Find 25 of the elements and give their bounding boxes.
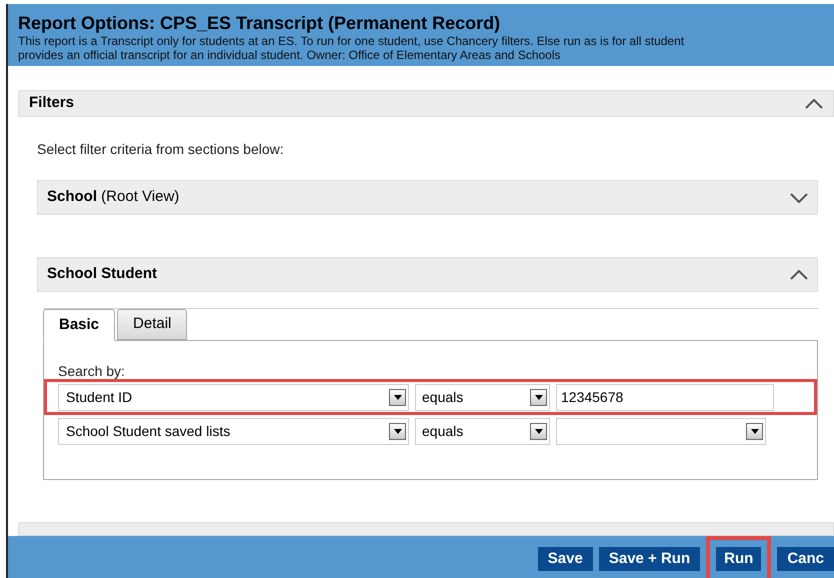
field-select[interactable]: Student ID	[58, 384, 409, 410]
footer-button[interactable]: Run	[706, 536, 772, 578]
operator-select[interactable]: equals	[415, 384, 550, 410]
report-description: This report is a Transcript only for students at an ES. To run for one student, use Chancery filters. Else run as is for all student	[18, 34, 686, 48]
filter-instruction: Select filter criteria from sections below:	[37, 140, 285, 159]
collapse-icon[interactable]	[790, 270, 808, 280]
tab[interactable]: Detail	[117, 309, 188, 340]
collapse-icon[interactable]	[805, 98, 823, 108]
value-field[interactable]: 12345678	[556, 384, 774, 410]
footer-button[interactable]: Canc	[777, 547, 834, 571]
tab[interactable]: Basic	[43, 309, 116, 341]
expand-icon[interactable]	[790, 192, 808, 202]
report-description: provides an official transcript for an individual student. Owner: Office of Elementary Areas and Schools	[18, 48, 562, 62]
filters-title: Filters	[29, 93, 74, 114]
filters-header[interactable]: Filters	[18, 90, 834, 117]
search-label: Search by:	[58, 363, 126, 379]
section-title: School (Root View)	[47, 187, 180, 208]
field-select[interactable]: School Student saved lists	[58, 418, 409, 444]
operator-select[interactable]: equals	[415, 418, 550, 444]
section-header[interactable]: School (Root View)	[37, 180, 818, 215]
footer-button[interactable]: Save + Run	[598, 547, 700, 571]
footer-button[interactable]: Save	[538, 547, 593, 571]
report-title: Report Options: CPS_ES Transcript (Permanent Record)	[18, 12, 502, 34]
section-header[interactable]: School Student	[37, 257, 818, 292]
section-title: School Student	[47, 264, 157, 284]
